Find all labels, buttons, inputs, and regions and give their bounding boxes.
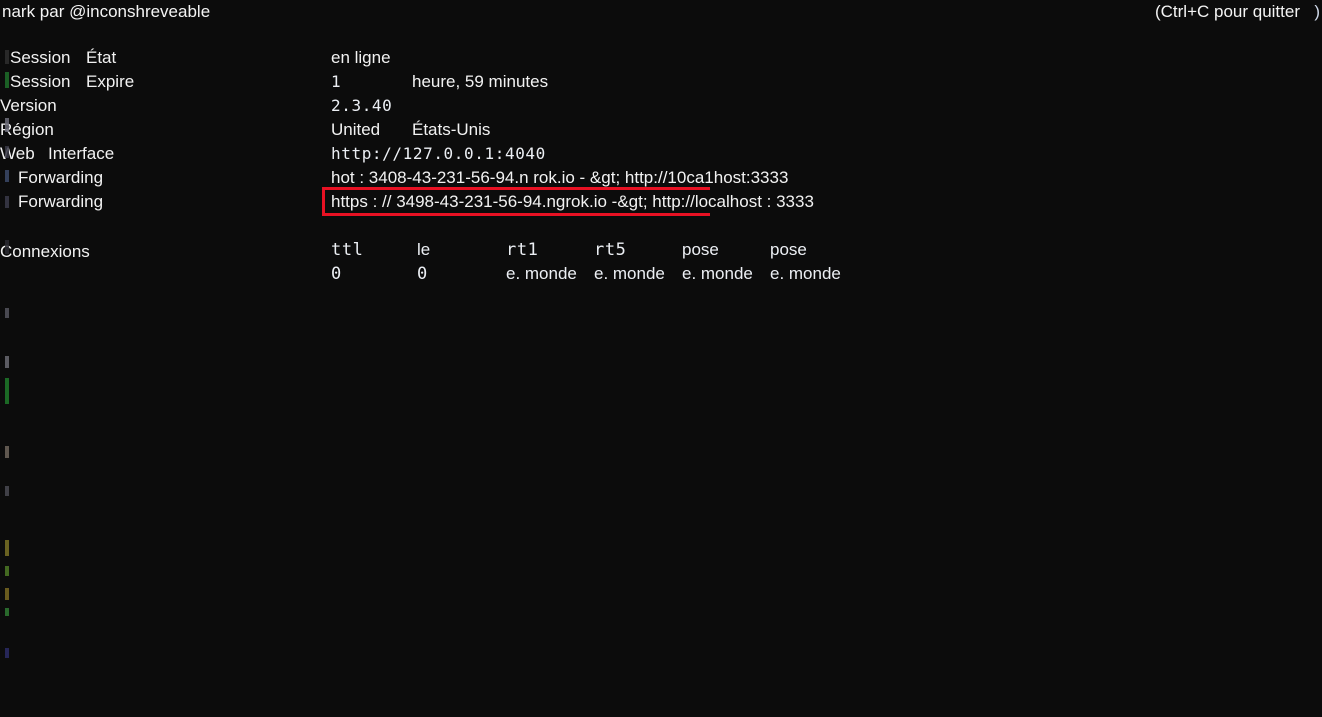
metric-column-le: le 0: [417, 238, 430, 286]
metric-header-rt1: rt1: [506, 240, 539, 260]
row-session-state: Session État en ligne: [0, 46, 1322, 70]
edge-artifact-2: [5, 118, 9, 132]
metric-value-le: 0: [417, 264, 428, 284]
edge-artifact-7: [5, 308, 9, 318]
quit-hint: (Ctrl+C pour quitter: [1154, 2, 1300, 21]
value-forwarding-http[interactable]: hot : 3408-43-231-56-94.n rok.io - &gt; …: [331, 166, 788, 190]
metric-header-le: le: [417, 240, 431, 259]
row-forwarding-https: Forwarding https : // 3498-43-231-56-94.…: [0, 190, 1322, 214]
metric-header-pose-2: pose: [770, 240, 807, 259]
terminal-window: nark par @inconshreveable (Ctrl+C pour q…: [0, 0, 1322, 717]
app-title: nark par @inconshreveable: [2, 2, 211, 21]
value-expire-text: heure, 59 minutes: [412, 72, 549, 91]
metric-value-pose-1: e. monde: [682, 264, 753, 283]
edge-artifact-11: [5, 486, 9, 496]
row-version: Version 2.3.40: [0, 94, 1322, 118]
row-region: Région United États-Unis: [0, 118, 1322, 142]
edge-artifact-1: [5, 72, 9, 88]
value-region-primary: United: [331, 120, 381, 139]
value-web-interface-url[interactable]: http://127.0.0.1:4040: [331, 142, 546, 166]
edge-artifact-0: [5, 50, 9, 64]
value-forwarding-https[interactable]: https : // 3498-43-231-56-94.ngrok.io -&…: [331, 190, 814, 214]
row-web-interface: Web Interface http://127.0.0.1:4040: [0, 142, 1322, 166]
edge-artifact-12: [5, 540, 9, 556]
value-version: 2.3.40: [331, 96, 393, 115]
label-etat: État: [86, 48, 117, 67]
metric-header-ttl: ttl: [331, 240, 364, 260]
connections-metrics-table: ttl 0 le 0 rt1 e. monde rt5 e. monde pos…: [0, 238, 1322, 298]
quit-hint-close-paren: ): [1314, 2, 1320, 21]
value-expire-number: 1: [331, 72, 342, 91]
edge-artifact-9: [5, 378, 9, 404]
terminal-title-bar: nark par @inconshreveable (Ctrl+C pour q…: [0, 0, 1322, 24]
edge-artifact-3: [5, 146, 9, 158]
metric-column-rt5: rt5 e. monde: [594, 238, 665, 286]
metric-column-rt1: rt1 e. monde: [506, 238, 577, 286]
label-session-2: Session: [10, 72, 71, 91]
label-forwarding-https: Forwarding: [18, 192, 104, 211]
edge-artifact-14: [5, 588, 9, 600]
row-forwarding-http: Forwarding hot : 3408-43-231-56-94.n rok…: [0, 166, 1322, 190]
label-expire: Expire: [86, 72, 135, 91]
metric-value-pose-2: e. monde: [770, 264, 841, 283]
edge-artifact-10: [5, 446, 9, 458]
edge-artifact-15: [5, 608, 9, 616]
edge-artifact-13: [5, 566, 9, 576]
label-session: Session: [10, 48, 71, 67]
metric-column-pose-2: pose e. monde: [770, 238, 841, 286]
edge-artifact-8: [5, 356, 9, 368]
value-region-country: États-Unis: [412, 120, 491, 139]
edge-artifact-6: [5, 240, 9, 254]
label-version: Version: [0, 96, 57, 115]
metric-header-pose-1: pose: [682, 240, 719, 259]
edge-artifact-5: [5, 196, 9, 208]
metric-value-ttl: 0: [331, 264, 342, 284]
value-session-state: en ligne: [331, 48, 391, 67]
row-session-expire: Session Expire 1 heure, 59 minutes: [0, 70, 1322, 94]
metric-column-ttl: ttl 0: [331, 238, 364, 286]
label-interface: Interface: [48, 144, 115, 163]
metric-value-rt5: e. monde: [594, 264, 665, 283]
metric-header-rt5: rt5: [594, 240, 627, 260]
metric-column-pose-1: pose e. monde: [682, 238, 753, 286]
metric-value-rt1: e. monde: [506, 264, 577, 283]
edge-artifact-4: [5, 170, 9, 182]
edge-artifact-16: [5, 648, 9, 658]
label-forwarding-http: Forwarding: [18, 168, 104, 187]
status-rows: Session État en ligne Session Expire 1 h…: [0, 46, 1322, 214]
